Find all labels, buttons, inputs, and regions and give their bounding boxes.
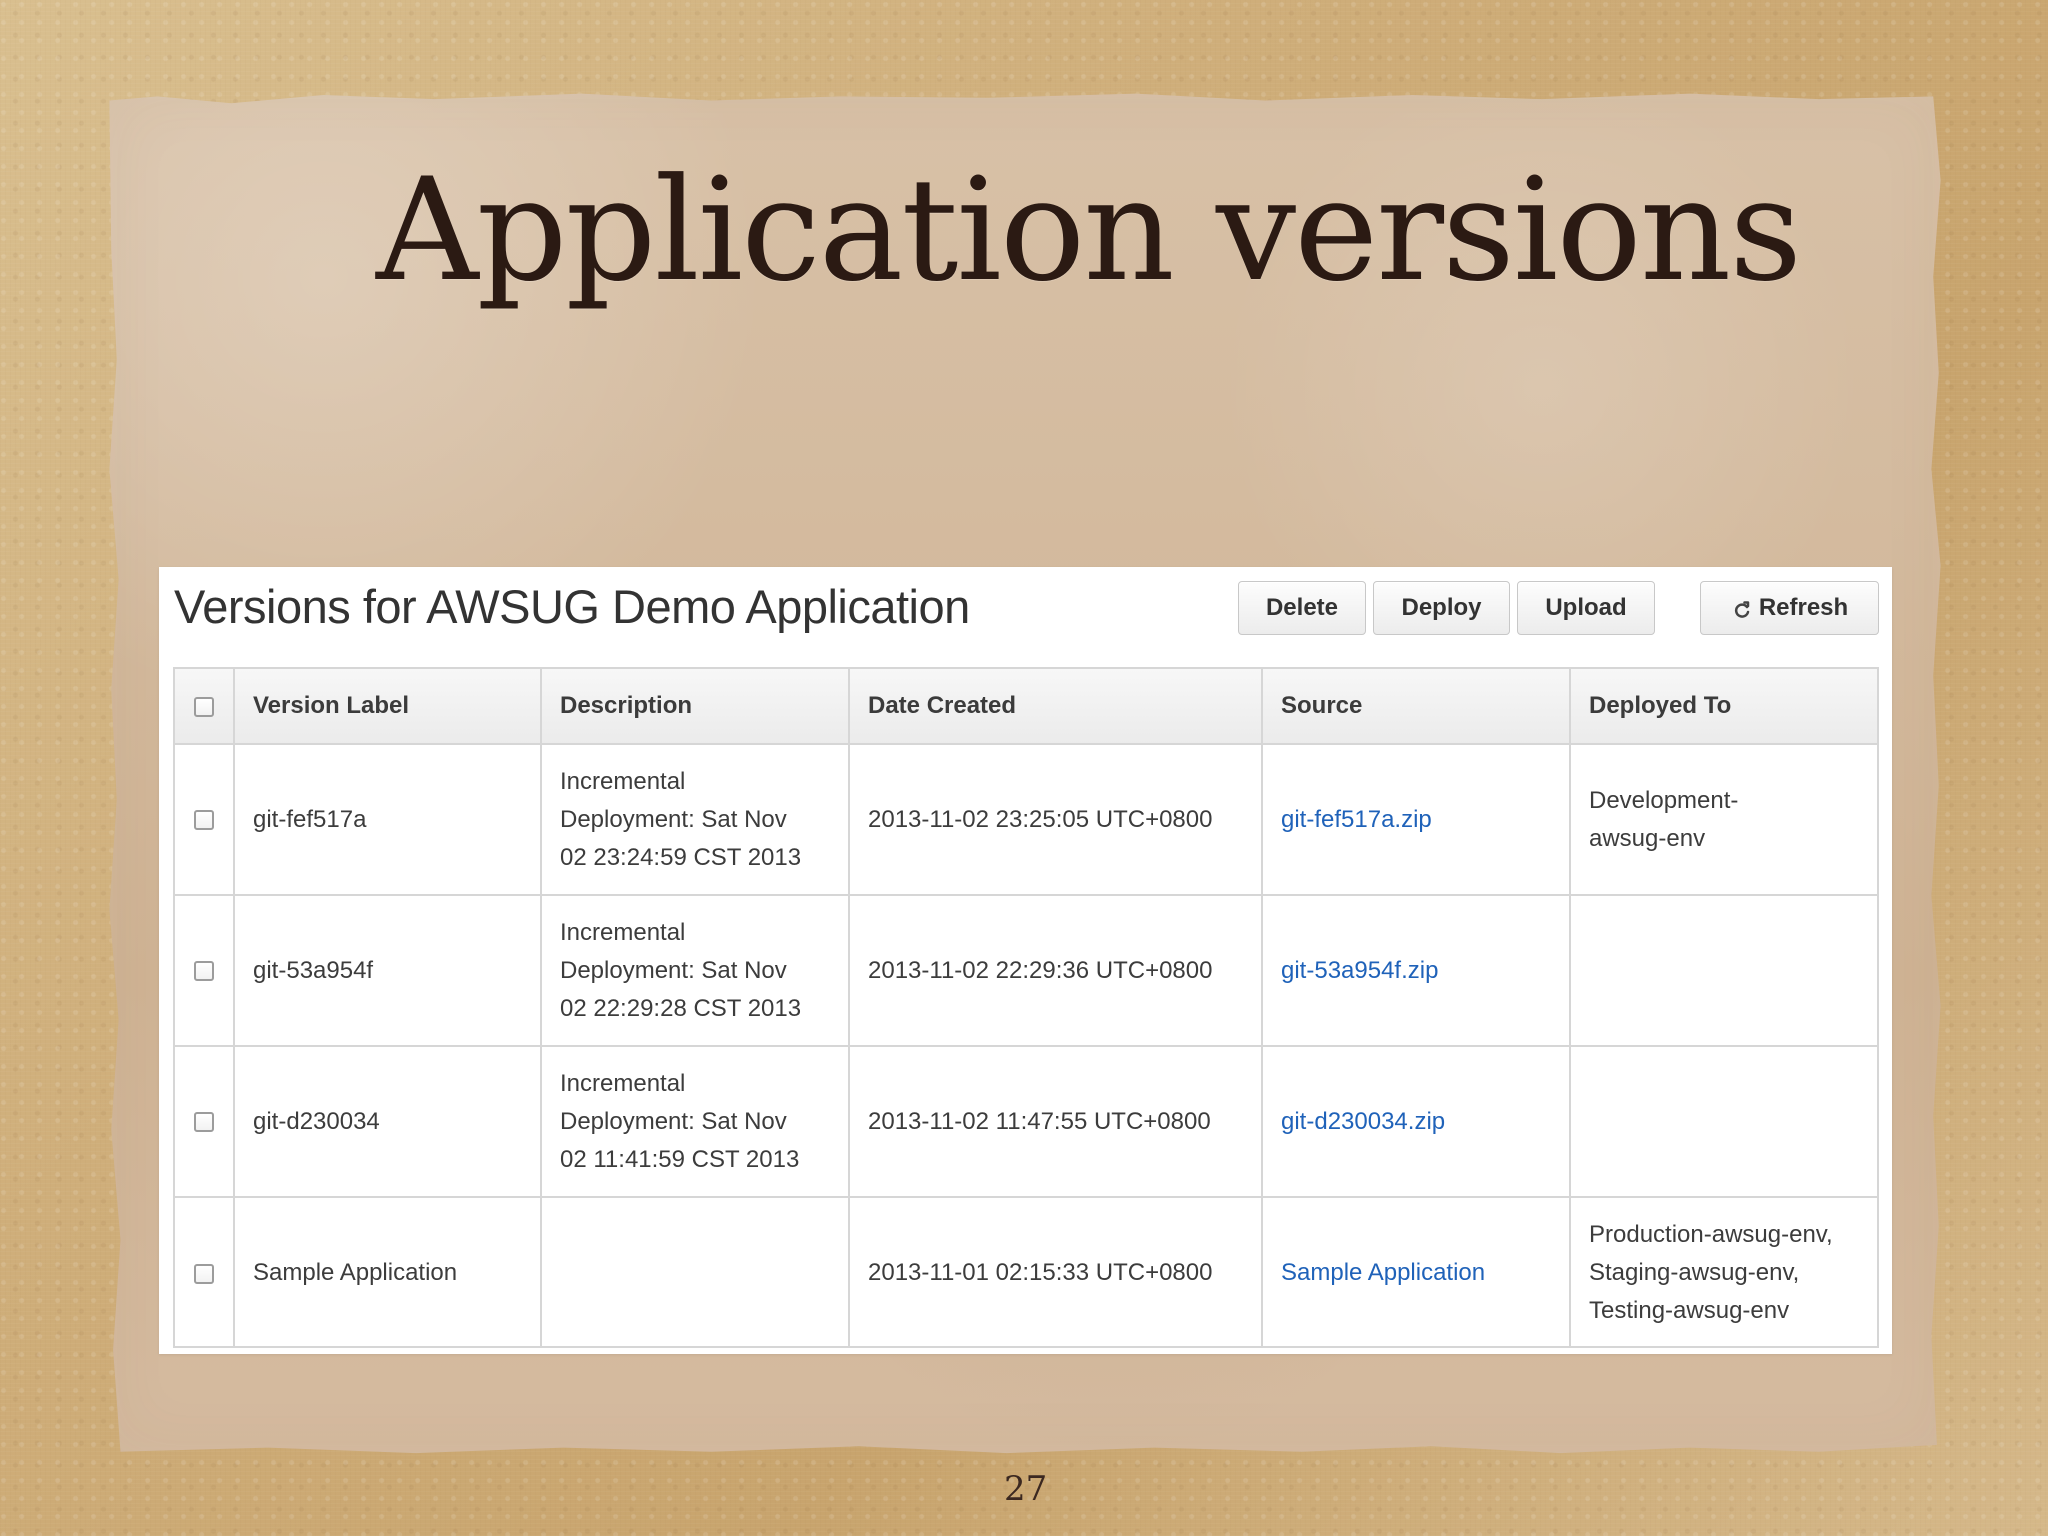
deployed-to-cell (1570, 1046, 1877, 1198)
date-created-cell-text: 2013-11-01 02:15:33 UTC+0800 (868, 1259, 1213, 1286)
panel-title: Versions for AWSUG Demo Application (174, 580, 970, 633)
source-cell[interactable]: git-d230034.zip (1262, 1046, 1571, 1198)
description-cell: Incremental Deployment: Sat Nov 02 23:24:5… (541, 744, 850, 896)
version-label-cell: Sample Application (234, 1197, 542, 1346)
row-select-cell (175, 1197, 235, 1346)
version-label-cell-text: git-53a954f (253, 956, 374, 984)
row-checkbox[interactable] (194, 810, 214, 831)
source-link[interactable]: git-d230034.zip (1281, 1108, 1445, 1135)
refresh-button[interactable]: Refresh (1700, 581, 1879, 635)
row-checkbox[interactable] (194, 961, 214, 982)
deployed-to-cell-text: Production-awsug-env, Staging-awsug-env, T… (1589, 1221, 1833, 1324)
version-label-cell: git-fef517a (234, 744, 542, 896)
row-checkbox[interactable] (194, 1263, 214, 1284)
deploy-button[interactable]: Deploy (1373, 581, 1510, 635)
versions-panel: Versions for AWSUG Demo Application Dele… (159, 567, 1892, 1354)
upload-button[interactable]: Upload (1517, 581, 1655, 635)
description-cell: Incremental Deployment: Sat Nov 02 22:29:2… (541, 895, 850, 1047)
select-all-checkbox[interactable] (194, 696, 214, 717)
description-cell-text: Incremental Deployment: Sat Nov 02 23:24:5… (560, 767, 802, 871)
versions-table-wrap: Version Label Description Date Created S… (173, 667, 1879, 1348)
description-cell (541, 1197, 850, 1346)
table-body: git-fef517a Incremental Deployment: Sat No… (175, 744, 1877, 1346)
version-label-cell: git-d230034 (234, 1046, 542, 1198)
delete-button-label: Delete (1265, 594, 1339, 621)
header-source[interactable]: Source (1262, 669, 1571, 745)
source-cell[interactable]: Sample Application (1262, 1197, 1571, 1346)
slide-title: Application versions (376, 148, 1802, 313)
deploy-button-label: Deploy (1401, 594, 1482, 621)
version-label-cell: git-53a954f (234, 895, 542, 1047)
date-created-cell: 2013-11-02 22:29:36 UTC+0800 (849, 895, 1263, 1047)
description-cell: Incremental Deployment: Sat Nov 02 11:41:5… (541, 1046, 850, 1198)
date-created-cell-text: 2013-11-02 22:29:36 UTC+0800 (868, 956, 1213, 984)
table-row: git-53a954f Incremental Deployment: Sat No… (175, 895, 1877, 1047)
source-cell[interactable]: git-fef517a.zip (1262, 744, 1571, 896)
row-select-cell (175, 744, 235, 896)
deployed-to-cell (1570, 895, 1877, 1047)
header-date-created[interactable]: Date Created (849, 669, 1263, 745)
row-checkbox[interactable] (194, 1112, 214, 1133)
upload-button-label: Upload (1545, 594, 1627, 621)
source-link[interactable]: Sample Application (1281, 1259, 1485, 1286)
deployed-to-cell: Production-awsug-env, Staging-awsug-env, T… (1570, 1197, 1877, 1346)
version-label-cell-text: git-fef517a (253, 805, 367, 833)
page-number: 27 (1004, 1469, 1048, 1509)
table-header: Version Label Description Date Created S… (175, 669, 1877, 745)
table-row: git-fef517a Incremental Deployment: Sat No… (175, 744, 1877, 896)
source-cell[interactable]: git-53a954f.zip (1262, 895, 1571, 1047)
source-link[interactable]: git-fef517a.zip (1281, 806, 1432, 833)
deployed-to-cell: Development-awsug-env (1570, 744, 1877, 896)
header-version-label[interactable]: Version Label (234, 669, 542, 745)
table-row: Sample Application 2013-11-01 02:15:33 UT… (175, 1197, 1877, 1346)
date-created-cell: 2013-11-01 02:15:33 UTC+0800 (849, 1197, 1263, 1346)
select-all-cell (175, 669, 235, 745)
date-created-cell: 2013-11-02 11:47:55 UTC+0800 (849, 1046, 1263, 1198)
description-cell-text: Incremental Deployment: Sat Nov 02 11:41:5… (560, 1069, 800, 1173)
refresh-button-label: Refresh (1758, 594, 1849, 621)
row-select-cell (175, 1046, 235, 1198)
description-cell-text: Incremental Deployment: Sat Nov 02 22:29:2… (560, 918, 802, 1022)
date-created-cell: 2013-11-02 23:25:05 UTC+0800 (849, 744, 1263, 896)
panel-header: Versions for AWSUG Demo Application Dele… (159, 567, 1892, 659)
delete-button[interactable]: Delete (1238, 581, 1366, 635)
date-created-cell-text: 2013-11-02 23:25:05 UTC+0800 (868, 805, 1213, 833)
header-deployed-to[interactable]: Deployed To (1570, 669, 1877, 745)
date-created-cell-text: 2013-11-02 11:47:55 UTC+0800 (868, 1107, 1211, 1135)
header-description[interactable]: Description (541, 669, 850, 745)
version-label-cell-text: Sample Application (253, 1259, 458, 1286)
row-select-cell (175, 895, 235, 1047)
deployed-to-cell-text: Development-awsug-env (1589, 786, 1739, 852)
versions-table: Version Label Description Date Created S… (175, 669, 1877, 1346)
refresh-icon (1731, 598, 1751, 618)
version-label-cell-text: git-d230034 (253, 1107, 380, 1135)
table-header-row: Version Label Description Date Created S… (175, 669, 1877, 745)
table-row: git-d230034 Incremental Deployment: Sat No… (175, 1046, 1877, 1198)
source-link[interactable]: git-53a954f.zip (1281, 957, 1438, 984)
